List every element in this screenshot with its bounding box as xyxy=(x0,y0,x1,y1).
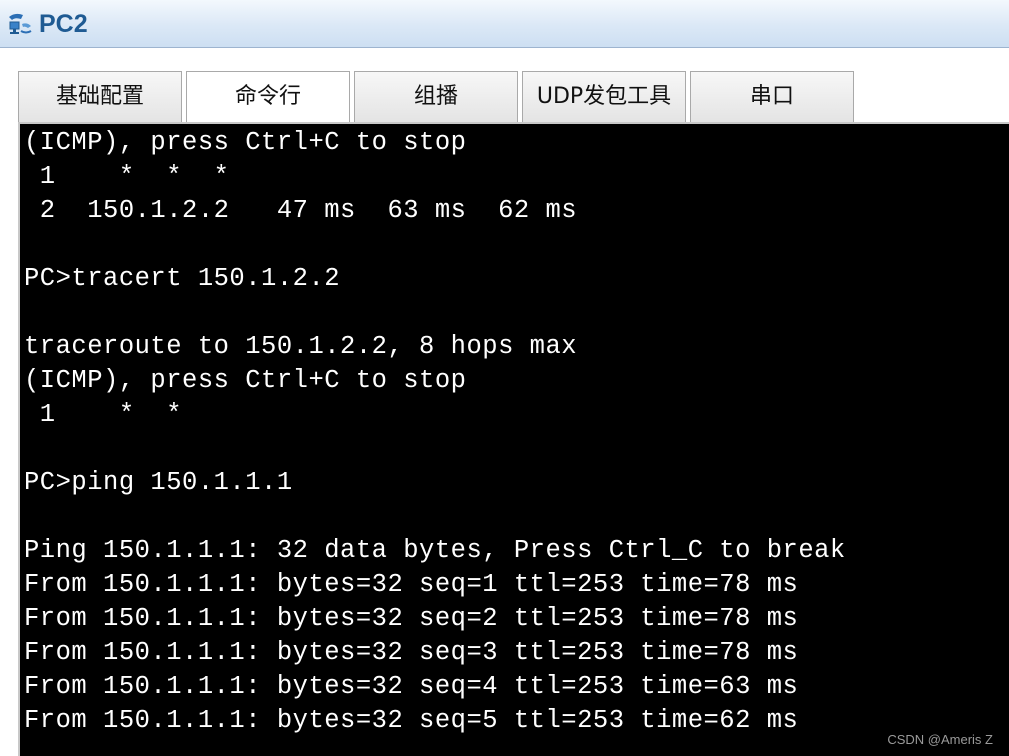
tab-serial-port[interactable]: 串口 xyxy=(690,71,854,122)
network-pc-icon xyxy=(9,13,32,34)
tab-multicast[interactable]: 组播 xyxy=(354,71,518,122)
app-window: PC2 基础配置 命令行 组播 UDP发包工具 串口 (ICMP), press… xyxy=(0,0,1009,756)
terminal-line: (ICMP), press Ctrl+C to stop xyxy=(24,366,467,395)
terminal-line: PC>tracert 150.1.2.2 xyxy=(24,264,341,293)
terminal-line: PC>ping 150.1.1.1 xyxy=(24,468,293,497)
title-bar[interactable]: PC2 xyxy=(0,0,1009,48)
terminal-line: Ping 150.1.1.1: 32 data bytes, Press Ctr… xyxy=(24,536,846,565)
watermark-text: CSDN @Ameris Z xyxy=(887,732,993,747)
terminal-line: 1 * * xyxy=(24,400,183,429)
window-title: PC2 xyxy=(39,10,88,38)
terminal-output: (ICMP), press Ctrl+C to stop 1 * * * 2 1… xyxy=(24,126,846,738)
tab-basic-config[interactable]: 基础配置 xyxy=(18,71,182,122)
tab-command-line[interactable]: 命令行 xyxy=(186,71,350,122)
terminal-line: 1 * * * xyxy=(24,162,230,191)
terminal-line: From 150.1.1.1: bytes=32 seq=3 ttl=253 t… xyxy=(24,638,799,667)
terminal-line: From 150.1.1.1: bytes=32 seq=2 ttl=253 t… xyxy=(24,604,799,633)
terminal-line: From 150.1.1.1: bytes=32 seq=1 ttl=253 t… xyxy=(24,570,799,599)
terminal-line: From 150.1.1.1: bytes=32 seq=5 ttl=253 t… xyxy=(24,706,799,735)
terminal-line: (ICMP), press Ctrl+C to stop xyxy=(24,128,467,157)
tab-bar: 基础配置 命令行 组播 UDP发包工具 串口 xyxy=(18,71,1009,123)
tab-udp-tool[interactable]: UDP发包工具 xyxy=(522,71,686,122)
terminal-line: traceroute to 150.1.2.2, 8 hops max xyxy=(24,332,578,361)
terminal-console[interactable]: (ICMP), press Ctrl+C to stop 1 * * * 2 1… xyxy=(18,122,1009,756)
terminal-line: From 150.1.1.1: bytes=32 seq=4 ttl=253 t… xyxy=(24,672,799,701)
terminal-line: 2 150.1.2.2 47 ms 63 ms 62 ms xyxy=(24,196,578,225)
